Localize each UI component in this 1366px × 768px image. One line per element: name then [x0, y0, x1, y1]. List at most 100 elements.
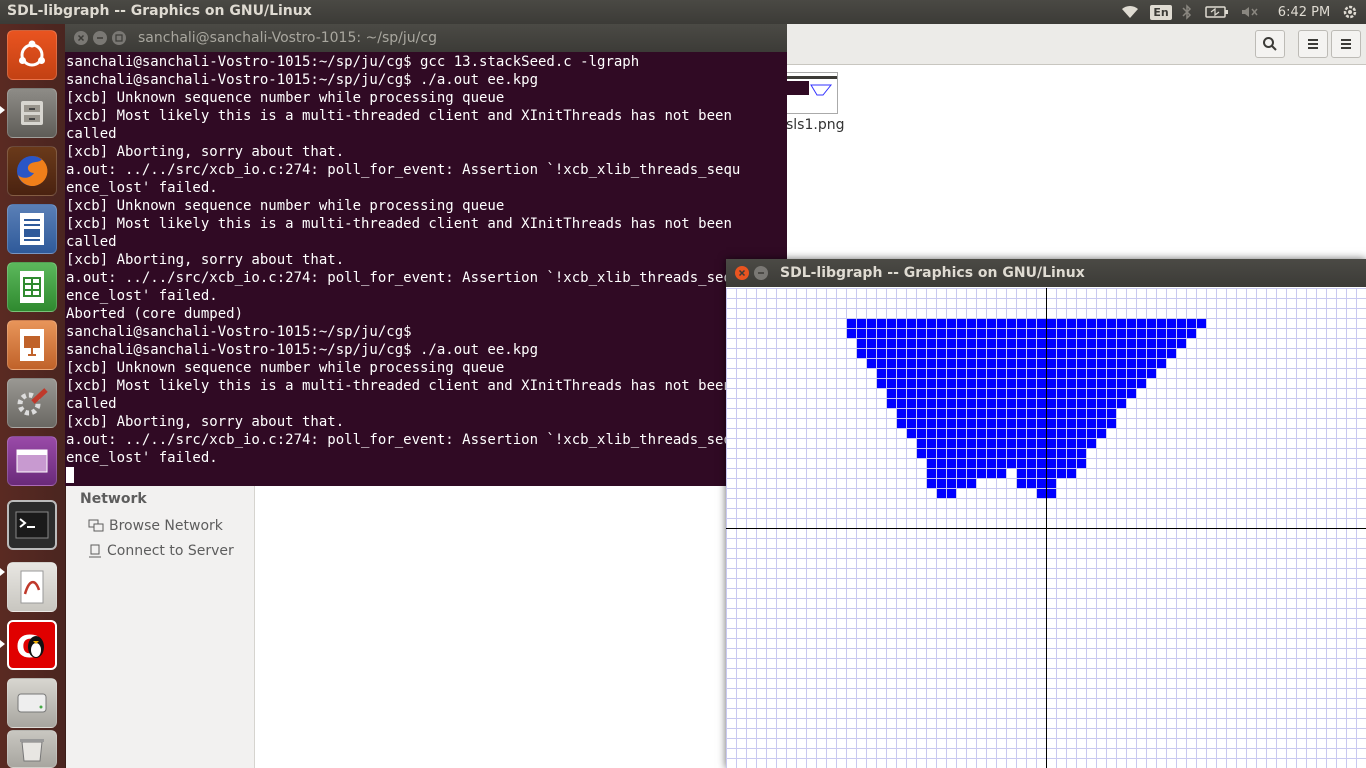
- spreadsheet-icon: [20, 271, 44, 303]
- launcher-item-trash[interactable]: [7, 730, 57, 768]
- filled-pixel-cell: [867, 329, 876, 338]
- filled-pixel-cell: [1167, 349, 1176, 358]
- filled-pixel-cell: [1087, 409, 1096, 418]
- terminal-window[interactable]: sanchali@sanchali-Vostro-1015: ~/sp/ju/c…: [65, 24, 787, 486]
- filled-pixel-cell: [907, 329, 916, 338]
- filled-pixel-cell: [917, 379, 926, 388]
- sidebar-item-connect-to-server[interactable]: Connect to Server: [88, 543, 234, 559]
- filled-pixel-cell: [1037, 359, 1046, 368]
- filled-pixel-cell: [1067, 389, 1076, 398]
- keyboard-layout-indicator[interactable]: En: [1149, 0, 1173, 24]
- filled-pixel-cell: [1037, 489, 1046, 498]
- close-button[interactable]: [74, 31, 88, 45]
- filled-pixel-cell: [917, 329, 926, 338]
- filled-pixel-cell: [967, 399, 976, 408]
- filled-pixel-cell: [977, 429, 986, 438]
- launcher-item-sdl-libgraph[interactable]: G: [7, 620, 57, 670]
- filled-pixel-cell: [1097, 399, 1106, 408]
- menu-button[interactable]: [1331, 30, 1361, 58]
- launcher-item-dash[interactable]: [7, 30, 57, 80]
- terminal-cursor-line: [66, 467, 786, 485]
- file-label[interactable]: sls1.png: [786, 117, 844, 133]
- search-button[interactable]: [1255, 30, 1285, 58]
- file-thumbnail[interactable]: [786, 72, 838, 114]
- sidebar-header-network: Network: [80, 491, 147, 507]
- trash-icon: [20, 739, 44, 762]
- list-icon: [1308, 39, 1318, 49]
- filled-pixel-cell: [937, 369, 946, 378]
- filled-pixel-cell: [1097, 319, 1106, 328]
- filled-pixel-cell: [887, 339, 896, 348]
- wifi-icon[interactable]: [1119, 0, 1141, 24]
- filled-pixel-cell: [977, 329, 986, 338]
- graphics-titlebar[interactable]: SDL-libgraph -- Graphics on GNU/Linux: [726, 259, 1366, 287]
- filled-pixel-cell: [1057, 419, 1066, 428]
- terminal-titlebar[interactable]: sanchali@sanchali-Vostro-1015: ~/sp/ju/c…: [65, 24, 787, 52]
- filled-pixel-cell: [987, 429, 996, 438]
- filled-pixel-cell: [977, 339, 986, 348]
- filled-pixel-cell: [1047, 369, 1056, 378]
- graphics-window[interactable]: SDL-libgraph -- Graphics on GNU/Linux: [726, 259, 1366, 768]
- clock[interactable]: 6:42 PM: [1276, 0, 1332, 24]
- terminal-line: sanchali@sanchali-Vostro-1015:~/sp/ju/cg…: [66, 54, 640, 70]
- filled-pixel-cell: [927, 479, 936, 488]
- filled-pixel-cell: [927, 329, 936, 338]
- graphics-canvas[interactable]: [726, 288, 1366, 768]
- minimize-button[interactable]: [754, 266, 768, 280]
- launcher-item-workspaces[interactable]: [7, 436, 57, 486]
- filled-pixel-cell: [967, 379, 976, 388]
- filled-pixel-cell: [917, 369, 926, 378]
- launcher-item-files[interactable]: [7, 88, 57, 138]
- bluetooth-icon[interactable]: [1180, 0, 1194, 24]
- launcher-item-document-viewer[interactable]: [7, 562, 57, 612]
- filled-pixel-cell: [1077, 419, 1086, 428]
- filled-pixel-cell: [1177, 319, 1186, 328]
- filled-pixel-cell: [897, 359, 906, 368]
- filled-pixel-cell: [1027, 479, 1036, 488]
- launcher-item-firefox[interactable]: [7, 146, 57, 196]
- filled-pixel-cell: [947, 339, 956, 348]
- filled-pixel-cell: [927, 419, 936, 428]
- sidebar-item-browse-network[interactable]: Browse Network: [88, 518, 223, 534]
- filled-pixel-cell: [977, 389, 986, 398]
- filled-pixel-cell: [1137, 329, 1146, 338]
- battery-icon[interactable]: [1204, 0, 1230, 24]
- filled-pixel-cell: [897, 319, 906, 328]
- filled-pixel-cell: [1017, 479, 1026, 488]
- filled-pixel-cell: [1107, 349, 1116, 358]
- filled-pixel-cell: [907, 409, 916, 418]
- filled-pixel-cell: [1147, 329, 1156, 338]
- filled-pixel-cell: [977, 379, 986, 388]
- terminal-output[interactable]: sanchali@sanchali-Vostro-1015:~/sp/ju/cg…: [66, 53, 786, 485]
- volume-muted-icon[interactable]: [1239, 0, 1261, 24]
- filled-pixel-cell: [867, 319, 876, 328]
- list-view-button[interactable]: [1298, 30, 1328, 58]
- filled-pixel-cell: [1047, 469, 1056, 478]
- filled-pixel-cell: [1037, 409, 1046, 418]
- filled-pixel-cell: [937, 439, 946, 448]
- launcher-item-disk[interactable]: [7, 678, 57, 728]
- filled-pixel-cell: [947, 479, 956, 488]
- filled-pixel-cell: [1027, 459, 1036, 468]
- session-gear-icon[interactable]: [1338, 0, 1362, 24]
- close-button[interactable]: [735, 266, 749, 280]
- filled-pixel-cell: [1177, 329, 1186, 338]
- launcher-item-calc[interactable]: [7, 262, 57, 312]
- launcher-item-impress[interactable]: [7, 320, 57, 370]
- launcher-item-writer[interactable]: [7, 204, 57, 254]
- launcher-item-settings[interactable]: [7, 378, 57, 428]
- filled-pixel-cell: [997, 379, 1006, 388]
- filled-pixel-cell: [1077, 379, 1086, 388]
- filled-pixel-cell: [1097, 379, 1106, 388]
- filled-pixel-cell: [1067, 429, 1076, 438]
- launcher-item-terminal[interactable]: [7, 500, 57, 550]
- filled-pixel-cell: [877, 349, 886, 358]
- filled-pixel-cell: [997, 409, 1006, 418]
- filled-pixel-cell: [1007, 419, 1016, 428]
- maximize-button[interactable]: [112, 31, 126, 45]
- terminal-line: [xcb] Aborting, sorry about that.: [66, 144, 345, 160]
- filled-pixel-cell: [1047, 389, 1056, 398]
- filled-pixel-cell: [887, 379, 896, 388]
- filled-pixel-cell: [937, 429, 946, 438]
- minimize-button[interactable]: [93, 31, 107, 45]
